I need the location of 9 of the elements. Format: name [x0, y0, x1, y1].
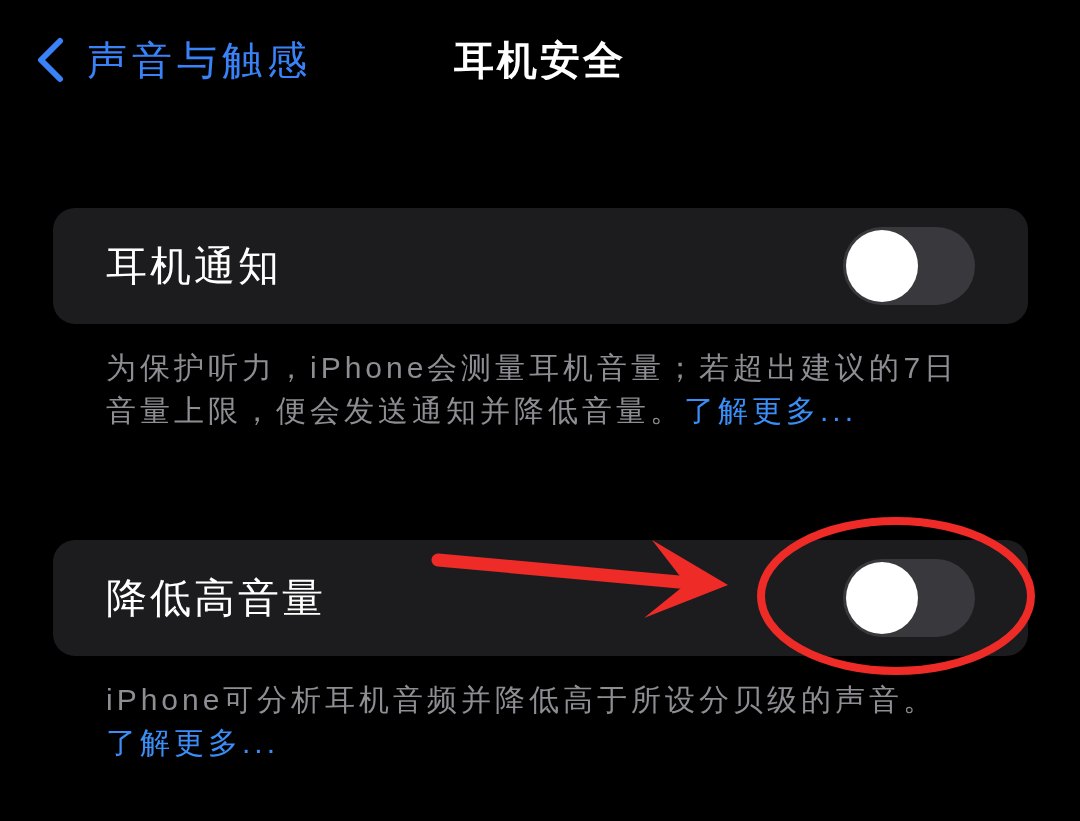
- setting-label: 耳机通知: [106, 241, 282, 291]
- learn-more-link[interactable]: 了解更多...: [684, 394, 857, 427]
- setting-label: 降低高音量: [106, 573, 326, 623]
- page-title: 耳机安全: [454, 36, 626, 84]
- chevron-left-icon: [35, 37, 65, 83]
- learn-more-link[interactable]: 了解更多...: [106, 726, 279, 759]
- footer-text: 为保护听力，iPhone会测量耳机音量；若超出建议的7日音量上限，便会发送通知并降低音量。了解更多...: [105, 350, 960, 429]
- back-button[interactable]: 声音与触感: [0, 32, 312, 88]
- footer-text: iPhone可分析耳机音频并降低高于所设分贝级的声音。 了解更多...: [105, 682, 939, 761]
